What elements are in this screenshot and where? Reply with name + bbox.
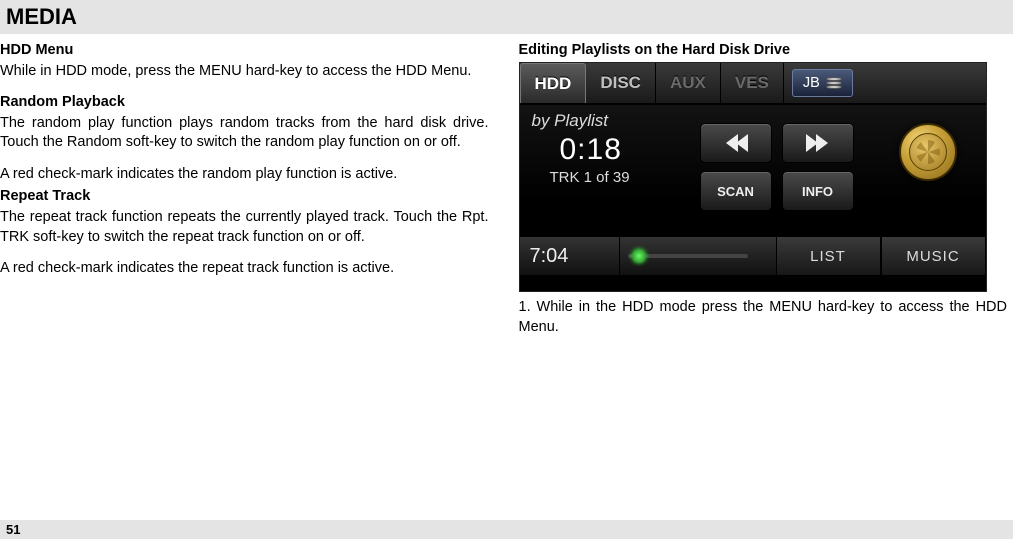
section-title: MEDIA xyxy=(6,4,1007,30)
para-repeat-2: A red check-mark indicates the repeat tr… xyxy=(0,259,489,279)
para-repeat-1: The repeat track function repeats the cu… xyxy=(0,208,489,247)
figure-caption: 1. While in the HDD mode press the MENU … xyxy=(519,298,1008,337)
chrysler-logo-icon xyxy=(899,123,957,181)
clock-display: 7:04 xyxy=(520,237,620,275)
rewind-icon xyxy=(726,134,746,152)
radio-screenshot: HDD DISC AUX VES JB by Playlist 0:18 xyxy=(519,62,987,292)
playback-track-info: TRK 1 of 39 xyxy=(550,169,700,186)
rewind-button[interactable] xyxy=(700,123,772,163)
tab-ves[interactable]: VES xyxy=(721,63,784,103)
playback-mode-label: by Playlist xyxy=(532,111,700,131)
transport-controls: SCAN INFO xyxy=(700,105,870,235)
bottom-bar: 7:04 LIST MUSIC xyxy=(520,235,986,275)
playback-time: 0:18 xyxy=(560,133,700,167)
now-playing-panel: by Playlist 0:18 TRK 1 of 39 xyxy=(520,105,700,235)
tab-jb-label: JB xyxy=(803,75,820,91)
brand-logo-area xyxy=(870,105,986,235)
heading-repeat-track: Repeat Track xyxy=(0,188,489,204)
jukebox-icon xyxy=(826,77,842,89)
mid-row: by Playlist 0:18 TRK 1 of 39 xyxy=(520,105,986,235)
scrub-track xyxy=(628,254,748,258)
para-random-2: A red check-mark indicates the random pl… xyxy=(0,165,489,185)
section-header-bar: MEDIA xyxy=(0,0,1013,34)
music-button[interactable]: MUSIC xyxy=(881,237,986,275)
fast-forward-icon xyxy=(808,134,828,152)
tab-hdd[interactable]: HDD xyxy=(520,63,587,103)
list-button[interactable]: LIST xyxy=(776,237,881,275)
progress-scrubber[interactable] xyxy=(620,237,770,275)
heading-hdd-menu: HDD Menu xyxy=(0,42,489,58)
fast-forward-button[interactable] xyxy=(782,123,854,163)
tab-disc[interactable]: DISC xyxy=(586,63,656,103)
para-hdd-menu: While in HDD mode, press the MENU hard-k… xyxy=(0,62,489,82)
scrub-thumb[interactable] xyxy=(632,249,646,263)
heading-editing-playlists: Editing Playlists on the Hard Disk Drive xyxy=(519,42,1008,58)
page: MEDIA HDD Menu While in HDD mode, press … xyxy=(0,0,1013,539)
source-tabs: HDD DISC AUX VES JB xyxy=(520,63,986,105)
right-column: Editing Playlists on the Hard Disk Drive… xyxy=(519,40,1008,520)
para-random-1: The random play function plays random tr… xyxy=(0,114,489,153)
page-footer: 51 xyxy=(0,520,1013,539)
left-column: HDD Menu While in HDD mode, press the ME… xyxy=(0,40,489,520)
tab-aux[interactable]: AUX xyxy=(656,63,721,103)
page-number: 51 xyxy=(6,522,20,537)
info-button[interactable]: INFO xyxy=(782,171,854,211)
tab-jb[interactable]: JB xyxy=(792,69,853,97)
heading-random-playback: Random Playback xyxy=(0,94,489,110)
content-columns: HDD Menu While in HDD mode, press the ME… xyxy=(0,34,1013,520)
scan-button[interactable]: SCAN xyxy=(700,171,772,211)
